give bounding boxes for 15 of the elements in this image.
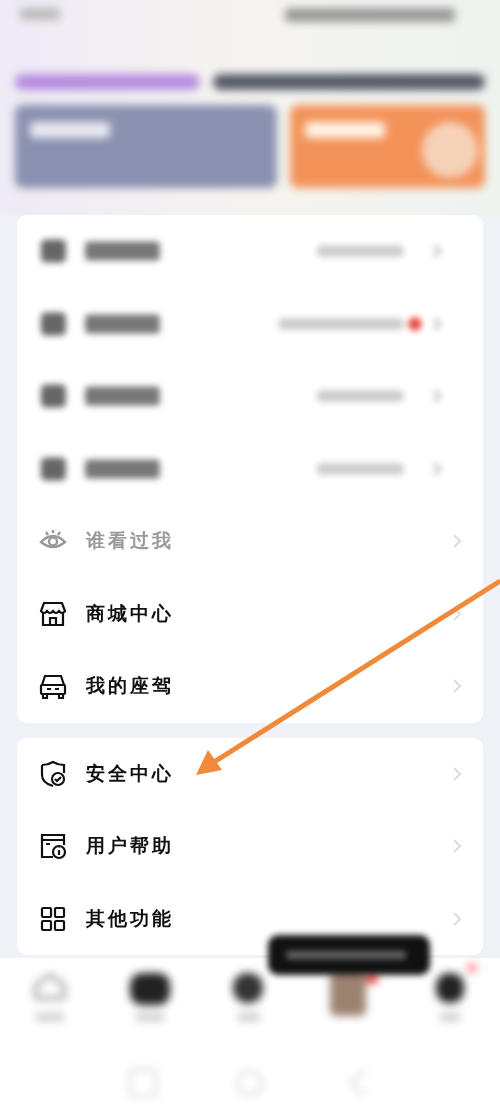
store-icon (39, 599, 67, 628)
menu-item[interactable]: 商城中心 (17, 577, 483, 650)
car-icon (39, 672, 67, 701)
menu-item[interactable]: 安全中心 (17, 737, 483, 810)
chevron-icon (453, 766, 461, 781)
help-document-icon (39, 832, 67, 861)
chevron-icon (453, 679, 461, 694)
menu-item[interactable]: 其他功能 (17, 882, 483, 955)
chevron-icon (453, 534, 461, 549)
shield-check-icon (39, 759, 67, 788)
menu-item[interactable]: 用户帮助 (17, 810, 483, 883)
grid-icon (39, 904, 67, 933)
chevron-icon (453, 839, 461, 854)
chevron-icon (453, 911, 461, 926)
menu-item[interactable]: 我的座驾 (17, 650, 483, 723)
